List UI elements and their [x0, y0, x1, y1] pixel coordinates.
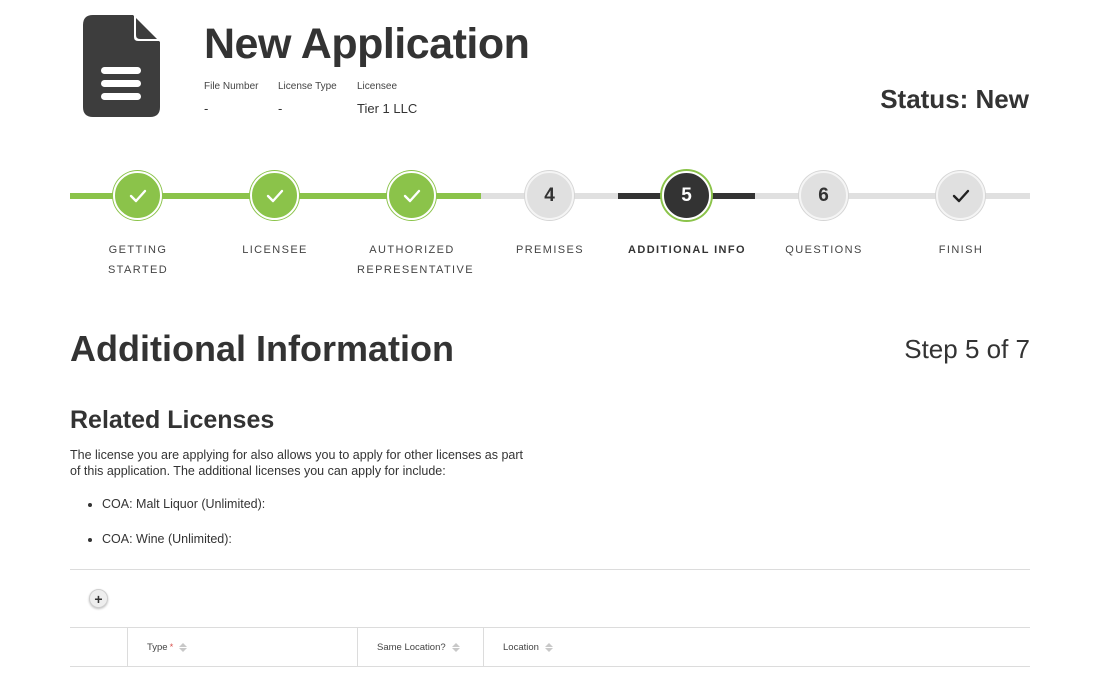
step-counter: Step 5 of 7 [904, 334, 1030, 364]
licensee-field: Licensee Tier 1 LLC [357, 81, 417, 116]
step-7-circle[interactable] [936, 171, 985, 220]
table-header-type[interactable]: Type * [127, 628, 358, 666]
license-type-field: License Type - [278, 81, 337, 116]
step-1-label: Getting Started [107, 244, 169, 276]
file-number-label: File Number [204, 81, 259, 92]
license-list: COA: Malt Liquor (Unlimited): COA: Wine … [70, 497, 265, 567]
step-5-circle[interactable]: 5 [662, 171, 711, 220]
table-header-same-location[interactable]: Same Location? [357, 628, 484, 666]
checkmark-icon [952, 189, 969, 202]
step-2-label: Licensee [242, 244, 308, 256]
checkmark-icon [129, 189, 146, 202]
step-2-circle[interactable] [250, 171, 299, 220]
file-number-value: - [204, 101, 209, 116]
step-4-number: 4 [544, 184, 555, 206]
document-icon [83, 15, 160, 117]
add-license-button[interactable]: + [89, 589, 108, 608]
type-column-label: Type [147, 641, 168, 653]
step-1-circle[interactable] [113, 171, 162, 220]
license-list-item: COA: Wine (Unlimited): [70, 532, 265, 567]
status-text: Status: New [880, 84, 1029, 114]
step-4-circle[interactable]: 4 [525, 171, 574, 220]
checkmark-icon [266, 189, 283, 202]
sort-icon[interactable] [179, 642, 188, 652]
related-licenses-title: Related Licenses [70, 406, 275, 434]
sort-icon[interactable] [451, 642, 460, 652]
licensee-value: Tier 1 LLC [357, 101, 418, 116]
stepper-track-remaining [755, 193, 1030, 199]
related-licenses-description: The license you are applying for also al… [70, 448, 524, 478]
step-3-label: Authorized Representative [357, 244, 474, 276]
license-type-value: - [278, 101, 283, 116]
license-type-label: License Type [278, 81, 337, 92]
progress-stepper: 4 5 6 Getting Started Licensee Authorize… [70, 170, 1030, 280]
step-4-label: Premises [515, 244, 585, 256]
step-5-number: 5 [681, 184, 692, 206]
license-list-item: COA: Malt Liquor (Unlimited): [70, 497, 265, 532]
table-header-location[interactable]: Location [483, 628, 683, 666]
sort-icon[interactable] [544, 642, 553, 652]
step-6-circle[interactable]: 6 [799, 171, 848, 220]
page-title: New Application [204, 20, 530, 68]
required-marker: * [169, 641, 174, 653]
step-6-label: Questions [785, 244, 863, 256]
divider [70, 569, 1030, 570]
location-column-label: Location [503, 641, 539, 653]
step-5-label: Additional Info [628, 244, 746, 256]
step-3-circle[interactable] [387, 171, 436, 220]
table-header-bottom-border [70, 666, 1030, 667]
step-7-label: Finish [938, 244, 984, 256]
licensee-label: Licensee [357, 81, 398, 92]
plus-icon: + [94, 590, 103, 607]
same-location-column-label: Same Location? [377, 641, 446, 653]
checkmark-icon [403, 189, 420, 202]
file-number-field: File Number - [204, 81, 258, 116]
section-title: Additional Information [70, 328, 454, 369]
step-6-number: 6 [818, 184, 829, 206]
